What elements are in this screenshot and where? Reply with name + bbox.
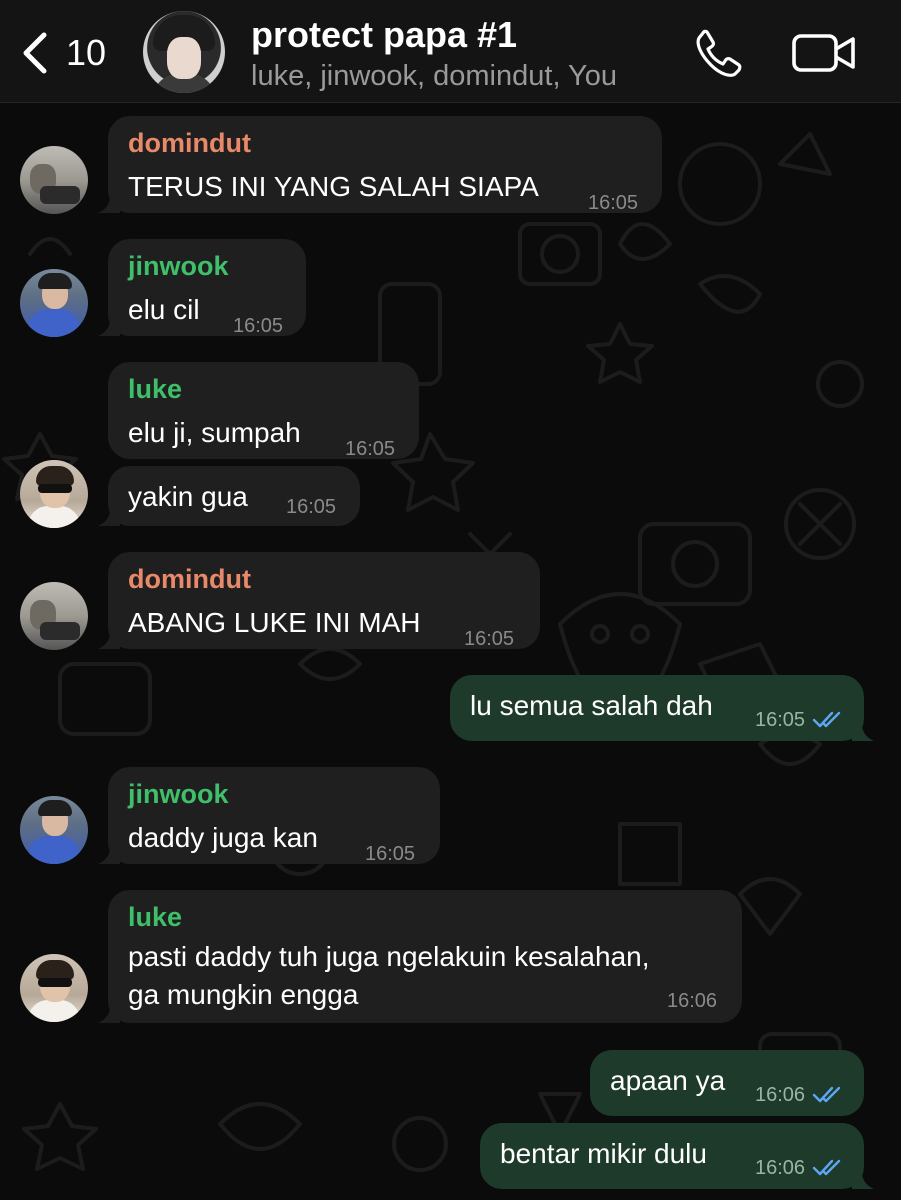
chat-area[interactable]: domindut TERUS INI YANG SALAH SIAPA 16:0… <box>0 104 901 1200</box>
timestamp: 16:05 <box>345 438 396 460</box>
avatar[interactable] <box>20 146 88 214</box>
sender-name[interactable]: domindut <box>128 564 251 595</box>
back-button[interactable]: 10 <box>20 28 120 78</box>
message-text: lu semua salah dah <box>470 690 713 721</box>
bubble-tail <box>852 719 874 741</box>
message-bubble-outgoing[interactable]: bentar mikir dulu 16:06 <box>480 1123 874 1189</box>
message-text: pasti daddy tuh juga ngelakuin kesalahan… <box>128 941 650 1010</box>
timestamp: 16:05 <box>286 496 337 518</box>
sender-name[interactable]: luke <box>128 374 182 405</box>
message-bubble-outgoing[interactable]: lu semua salah dah 16:05 <box>450 675 874 741</box>
sender-name[interactable]: jinwook <box>128 251 229 282</box>
unread-count: 10 <box>66 32 107 73</box>
avatar[interactable] <box>20 582 88 650</box>
timestamp: 16:05 <box>464 628 515 650</box>
timestamp: 16:06 <box>755 1157 806 1179</box>
timestamp: 16:05 <box>233 315 284 337</box>
message-text: ABANG LUKE INI MAH <box>128 607 421 638</box>
sender-name[interactable]: domindut <box>128 128 251 159</box>
bubble-tail <box>98 627 120 649</box>
avatar[interactable] <box>20 460 88 528</box>
video-camera-icon[interactable] <box>792 32 856 74</box>
bubble-tail <box>98 842 120 864</box>
bubble-tail <box>98 191 120 213</box>
message-text: apaan ya <box>610 1065 726 1096</box>
avatar[interactable] <box>20 796 88 864</box>
message-text: elu ji, sumpah <box>128 417 301 448</box>
bubble-tail <box>98 1001 120 1023</box>
message-text: daddy juga kan <box>128 822 318 853</box>
timestamp: 16:05 <box>588 192 639 214</box>
bubble-tail <box>852 1167 874 1189</box>
group-members[interactable]: luke, jinwook, domindut, You <box>251 60 617 93</box>
avatar[interactable] <box>20 269 88 337</box>
chat-header: 10 protect papa #1 luke, jinwook, domind… <box>0 0 901 103</box>
message-bubble-outgoing[interactable]: apaan ya 16:06 <box>590 1050 864 1116</box>
bubble-tail <box>98 314 120 336</box>
sender-name[interactable]: jinwook <box>128 779 229 810</box>
timestamp: 16:05 <box>365 843 416 865</box>
message-text: yakin gua <box>128 481 248 512</box>
double-check-icon <box>812 1086 841 1103</box>
message-text: elu cil <box>128 294 200 325</box>
phone-icon[interactable] <box>693 28 743 78</box>
double-check-icon <box>812 1159 841 1176</box>
timestamp: 16:06 <box>755 1084 806 1106</box>
timestamp: 16:06 <box>667 990 718 1012</box>
message-bubble[interactable]: luke elu ji, sumpah 16:05 <box>108 362 419 460</box>
chevron-left-icon <box>23 32 47 74</box>
avatar[interactable] <box>20 954 88 1022</box>
timestamp: 16:05 <box>755 709 806 731</box>
sender-name[interactable]: luke <box>128 902 182 933</box>
message-bubble[interactable]: domindut ABANG LUKE INI MAH 16:05 <box>98 552 540 650</box>
message-text: TERUS INI YANG SALAH SIAPA <box>128 171 539 202</box>
bubble-tail <box>98 504 120 526</box>
group-name[interactable]: protect papa #1 <box>251 14 517 56</box>
message-bubble[interactable]: jinwook elu cil 16:05 <box>98 239 306 337</box>
message-bubble[interactable]: yakin gua 16:05 <box>98 466 360 526</box>
message-text: bentar mikir dulu <box>500 1138 707 1169</box>
message-bubble[interactable]: luke pasti daddy tuh juga ngelakuin kesa… <box>98 890 742 1023</box>
message-bubble[interactable]: jinwook daddy juga kan 16:05 <box>98 767 440 865</box>
group-avatar[interactable] <box>143 11 225 93</box>
message-bubble[interactable]: domindut TERUS INI YANG SALAH SIAPA 16:0… <box>98 116 662 214</box>
double-check-icon <box>812 711 841 728</box>
